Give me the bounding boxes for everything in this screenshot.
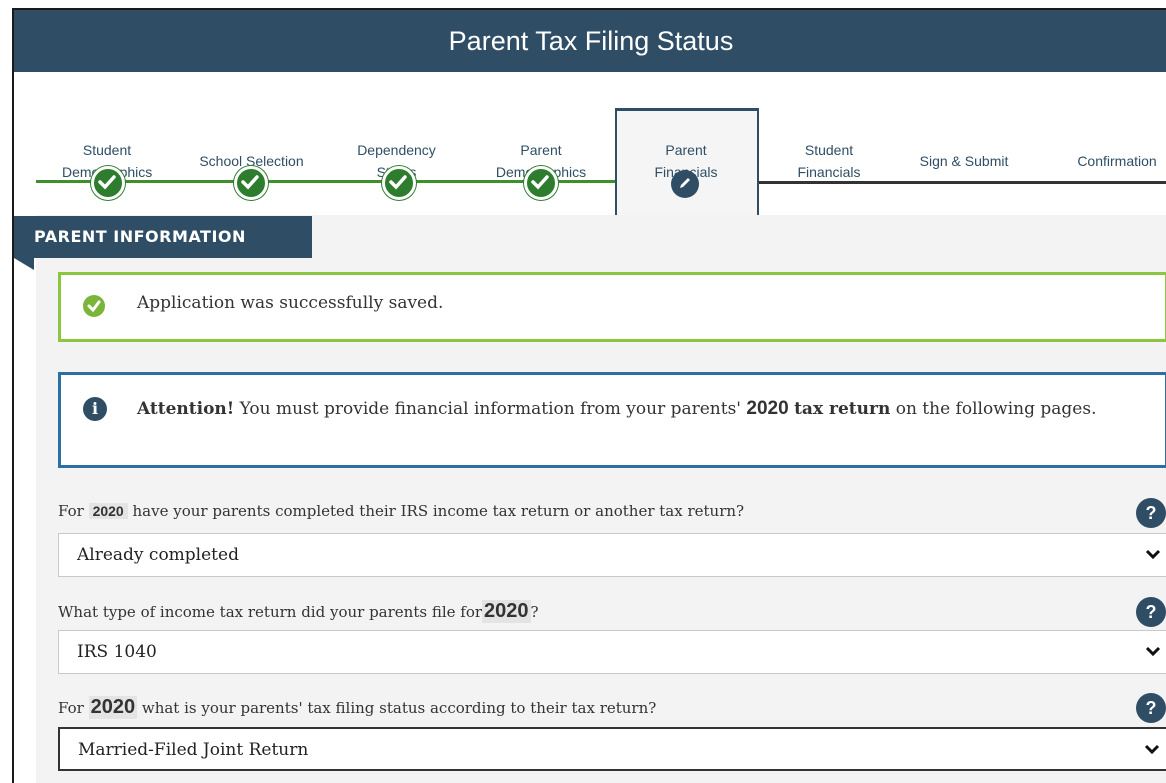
page-title-bar: Parent Tax Filing Status	[14, 10, 1166, 72]
question-prefix: For	[58, 699, 84, 717]
check-icon	[524, 166, 558, 200]
step-label: Student Financials	[797, 142, 861, 180]
attention-bold: tax return	[794, 399, 891, 419]
chevron-down-icon	[1145, 646, 1161, 657]
step-label: Confirmation	[1077, 153, 1157, 169]
attention-text-2: on the following pages.	[895, 399, 1097, 419]
question-text: have your parents completed their IRS in…	[132, 502, 745, 520]
check-icon	[91, 166, 125, 200]
attention-year: 2020	[746, 398, 789, 419]
question-prefix: What type of income tax return did your …	[58, 603, 483, 621]
attention-label: Attention!	[137, 399, 235, 419]
year-badge: 2020	[88, 696, 138, 719]
success-alert: Application was successfully saved.	[58, 272, 1166, 342]
pencil-icon	[671, 170, 699, 198]
progress-stepper: Student Demographics School Selection De…	[14, 72, 1166, 251]
check-icon	[234, 166, 268, 200]
year-badge: 2020	[88, 503, 128, 519]
check-circle-icon	[83, 295, 105, 317]
section-title-text: PARENT INFORMATION	[34, 227, 246, 246]
question-prefix: For	[58, 502, 84, 520]
select-value: IRS 1040	[77, 642, 157, 662]
year-badge: 2020	[482, 600, 531, 623]
attention-message: Attention! You must provide financial in…	[137, 395, 1097, 423]
attention-text: You must provide financial information f…	[239, 399, 741, 419]
attention-alert: i Attention! You must provide financial …	[58, 372, 1166, 468]
application-frame: Parent Tax Filing Status Student Demogra…	[12, 8, 1166, 783]
step-label: Sign & Submit	[919, 153, 1009, 169]
question-completed-return: For 2020 have your parents completed the…	[58, 502, 744, 520]
select-value: Already completed	[77, 545, 239, 565]
question-text: what is your parents' tax filing status …	[141, 699, 657, 717]
page-title: Parent Tax Filing Status	[448, 25, 734, 56]
info-icon: i	[83, 397, 107, 421]
question-icon[interactable]: ?	[1136, 498, 1166, 528]
step-sign-submit[interactable]: Sign & Submit	[909, 128, 1019, 172]
question-icon[interactable]: ?	[1136, 693, 1166, 723]
chevron-down-icon	[1145, 549, 1161, 560]
question-text: ?	[530, 603, 539, 621]
step-confirmation[interactable]: Confirmation	[1062, 128, 1166, 172]
question-icon[interactable]: ?	[1136, 597, 1166, 627]
success-message: Application was successfully saved.	[137, 293, 444, 313]
chevron-down-icon	[1144, 744, 1160, 755]
question-filing-status: For 2020 what is your parents' tax filin…	[58, 696, 656, 719]
section-title-tail	[14, 258, 34, 270]
select-value: Married-Filed Joint Return	[78, 740, 309, 760]
return-type-select[interactable]: IRS 1040	[58, 630, 1166, 674]
section-title: PARENT INFORMATION	[14, 216, 312, 258]
step-student-financials[interactable]: Student Financials	[774, 117, 884, 183]
filing-status-select[interactable]: Married-Filed Joint Return	[58, 727, 1166, 771]
completed-return-select[interactable]: Already completed	[58, 533, 1166, 577]
question-return-type: What type of income tax return did your …	[58, 600, 539, 623]
check-icon	[382, 166, 416, 200]
